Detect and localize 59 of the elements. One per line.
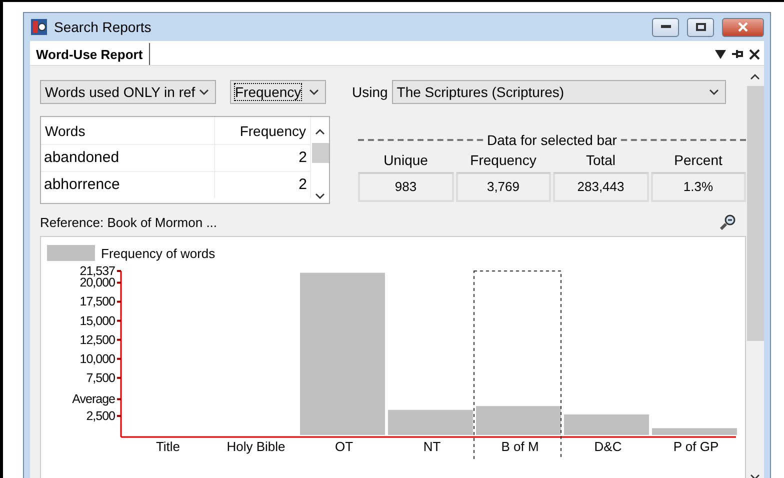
- x-category-label: D&C: [594, 439, 622, 454]
- scroll-up-icon[interactable]: [750, 74, 760, 80]
- word-cell[interactable]: abandoned: [41, 144, 215, 171]
- chevron-down-icon[interactable]: [309, 89, 319, 95]
- legend-swatch: [47, 245, 95, 261]
- legend-label: Frequency of words: [101, 246, 216, 261]
- x-category-label: B of M: [501, 439, 539, 454]
- field-value: 283,443: [553, 172, 648, 202]
- x-category-label: P of GP: [673, 439, 719, 454]
- maximize-icon: [696, 23, 706, 31]
- scrollbar-thumb[interactable]: [746, 86, 764, 341]
- zoom-out-icon[interactable]: [720, 214, 736, 230]
- scroll-up-icon[interactable]: [315, 129, 325, 135]
- y-tick-label: 2,500: [86, 408, 115, 423]
- data-panel-title: Data for selected bar: [487, 132, 617, 148]
- field-label: Frequency: [469, 151, 538, 170]
- field-value: 1.3%: [650, 172, 746, 202]
- y-tick-label: Average: [72, 392, 115, 406]
- x-category-label: Holy Bible: [226, 439, 286, 454]
- column-header[interactable]: Frequency: [215, 117, 311, 144]
- y-tick-label: 10,000: [80, 352, 115, 366]
- close-icon[interactable]: [749, 48, 760, 60]
- minimize-button[interactable]: [652, 18, 679, 36]
- scrollbar-thumb[interactable]: [312, 143, 328, 163]
- maximize-button[interactable]: [687, 18, 714, 36]
- pin-icon[interactable]: [732, 49, 743, 59]
- sort-dropdown[interactable]: Frequency: [230, 80, 326, 104]
- word-cell[interactable]: abhorrence: [41, 171, 215, 198]
- app-icon: [30, 18, 48, 36]
- x-category-label: OT: [334, 439, 354, 454]
- column-header[interactable]: Words: [41, 117, 215, 144]
- chevron-down-icon[interactable]: [199, 89, 209, 95]
- caret-down-icon[interactable]: [715, 50, 726, 58]
- using-label: Using: [352, 84, 388, 100]
- y-tick-label: 15,000: [80, 314, 115, 328]
- x-category-label: NT: [423, 439, 441, 454]
- field-label: Unique: [382, 151, 429, 170]
- close-button[interactable]: [722, 18, 764, 36]
- field-value: 3,769: [456, 172, 551, 202]
- filter-dropdown[interactable]: Words used ONLY in ref: [40, 80, 216, 104]
- field-label: Percent: [673, 151, 724, 170]
- chevron-down-icon[interactable]: [708, 89, 719, 95]
- y-tick-label: 21,537: [80, 264, 115, 278]
- field-value: 983: [358, 172, 454, 202]
- minimize-icon: [660, 25, 670, 29]
- frequency-cell: 2: [215, 144, 311, 171]
- window-title: Search Reports: [54, 19, 152, 35]
- reference-label: Reference: Book of Mormon ...: [40, 215, 218, 230]
- close-icon: [738, 22, 748, 32]
- frequency-cell: 2: [215, 171, 311, 198]
- x-category-label: Title: [156, 439, 180, 454]
- dropdown-value: Frequency: [235, 84, 302, 100]
- source-dropdown[interactable]: The Scriptures (Scriptures): [392, 80, 726, 104]
- scroll-down-icon[interactable]: [315, 193, 325, 199]
- y-tick-label: 17,500: [80, 294, 115, 309]
- y-tick-label: 20,000: [80, 276, 115, 290]
- y-tick-label: 12,500: [80, 332, 115, 347]
- field-label: Total: [584, 151, 617, 170]
- y-tick-label: 7,500: [86, 370, 115, 385]
